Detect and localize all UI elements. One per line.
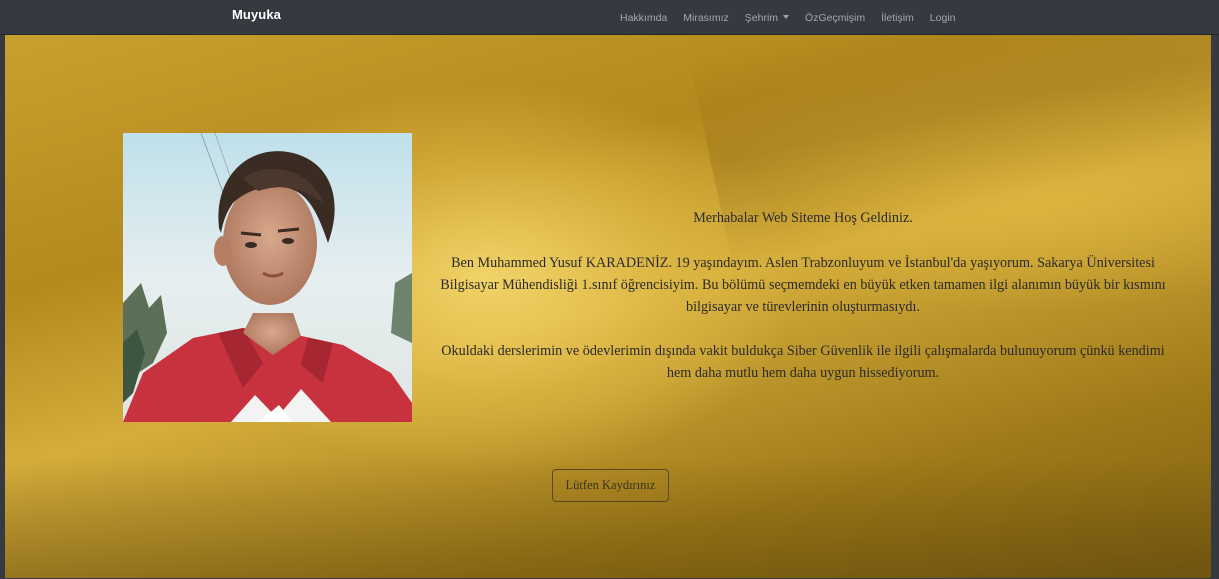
nav-link-ozgecmisim[interactable]: ÖzGeçmişim bbox=[797, 12, 873, 24]
caret-down-icon bbox=[783, 14, 790, 19]
nav-link-iletisim[interactable]: İletişim bbox=[873, 12, 922, 24]
brand-logo[interactable]: Muyuka bbox=[232, 7, 281, 22]
intro-text: Merhabalar Web Siteme Hoş Geldiniz. Ben … bbox=[433, 207, 1173, 384]
hero-section: Merhabalar Web Siteme Hoş Geldiniz. Ben … bbox=[5, 35, 1211, 578]
top-navbar: Muyuka Hakkımda Mirasımız Şehrim ÖzGeçmi… bbox=[0, 0, 1219, 35]
intro-paragraph-1: Ben Muhammed Yusuf KARADENİZ. 19 yaşında… bbox=[440, 255, 1166, 315]
nav-link-hakkimda[interactable]: Hakkımda bbox=[620, 12, 675, 24]
nav-link-mirasimiz[interactable]: Mirasımız bbox=[675, 12, 737, 24]
nav-links: Hakkımda Mirasımız Şehrim ÖzGeçmişim İle… bbox=[620, 0, 964, 35]
intro-paragraph-2: Okuldaki derslerimin ve ödevlerimin dışı… bbox=[441, 343, 1165, 381]
welcome-heading: Merhabalar Web Siteme Hoş Geldiniz. bbox=[693, 210, 913, 226]
nav-dropdown-label: Şehrim bbox=[744, 11, 779, 24]
scroll-button[interactable]: Lütfen Kaydırınız bbox=[552, 469, 669, 502]
nav-dropdown-sehrim[interactable]: Şehrim bbox=[737, 12, 797, 24]
nav-link-login[interactable]: Login bbox=[922, 12, 964, 24]
profile-photo bbox=[123, 133, 412, 422]
